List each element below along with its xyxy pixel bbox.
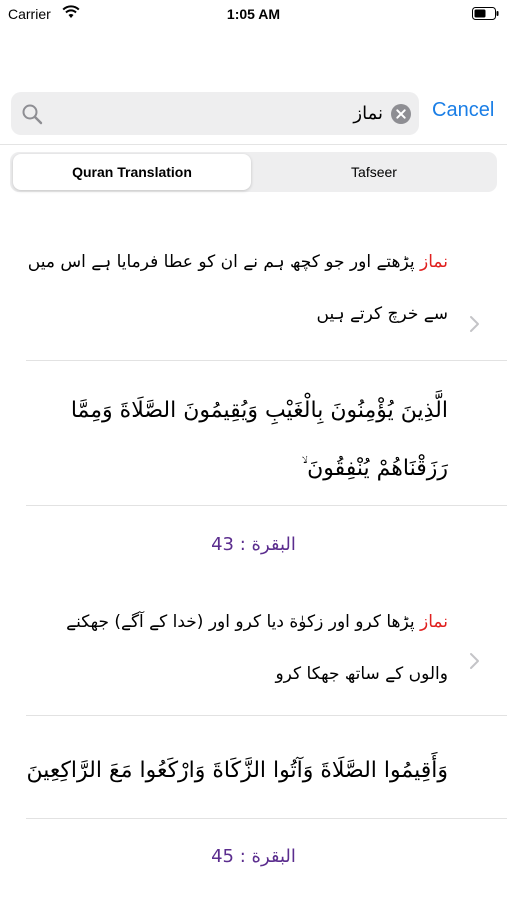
chevron-right-icon[interactable] [468,315,480,333]
highlighted-term: نماز [420,612,448,632]
tab-quran-translation[interactable]: Quran Translation [13,154,251,190]
segmented-control: Quran Translation Tafseer [10,152,497,192]
row-separator [26,715,507,716]
battery-icon [472,7,499,20]
divider [0,144,507,145]
surah-name: البقرة [251,534,296,555]
row-separator [26,360,507,361]
search-input[interactable] [51,92,383,135]
row-separator [26,505,507,506]
ayah-number: 45 [211,846,234,867]
status-bar: Carrier 1:05 AM [0,0,507,28]
arabic-verse: الَّذِينَ يُؤْمِنُونَ بِالْغَيْبِ وَيُقِ… [70,398,448,481]
chevron-right-icon[interactable] [468,652,480,670]
search-icon [22,104,43,125]
highlighted-term: نماز [420,252,448,272]
status-time: 1:05 AM [226,6,281,22]
ayah-number: 43 [211,534,234,555]
result-translation[interactable]: نماز پڑھتے اور جو کچھ ہم نے ان کو عطا فر… [22,236,448,340]
verse-reference: البقرة : 43 [211,534,296,555]
tab-tafseer[interactable]: Tafseer [255,154,493,190]
translation-text: پڑھتے اور جو کچھ ہم نے ان کو عطا فرمایا … [27,252,448,324]
clear-icon[interactable] [391,104,411,124]
surah-name: البقرة [251,846,296,867]
verse-reference: البقرة : 45 [211,846,296,867]
translation-text: پڑھا کرو اور زکوٰة دیا کرو اور (خدا کے آ… [66,612,448,684]
cancel-button[interactable]: Cancel [432,99,494,122]
row-separator [26,818,507,819]
search-bar[interactable] [11,92,419,135]
arabic-verse: وَأَقِيمُوا الصَّلَاةَ وَآتُوا الزَّكَاة… [26,758,448,783]
result-translation[interactable]: نماز پڑھا کرو اور زکوٰة دیا کرو اور (خدا… [22,596,448,700]
